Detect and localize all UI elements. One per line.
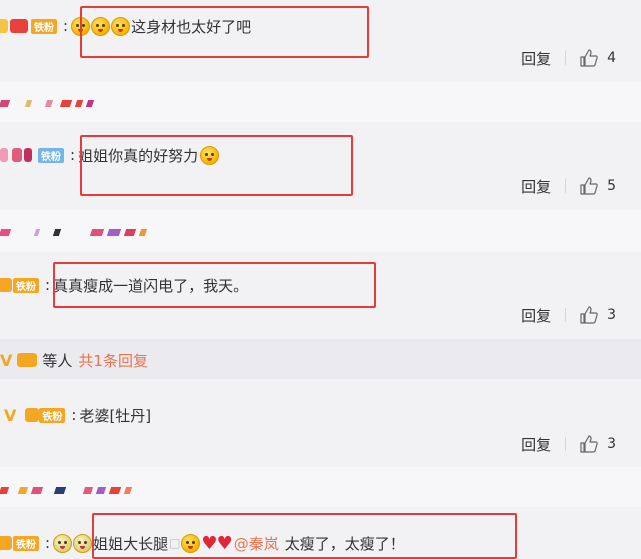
highlight-box <box>80 6 369 58</box>
mosaic-tile <box>0 486 10 494</box>
like-count: 3 <box>607 436 616 452</box>
username-mosaic[interactable] <box>0 19 8 33</box>
mosaic-tile <box>24 99 33 107</box>
scared-emoji-icon <box>53 533 73 553</box>
thumbs-up-icon[interactable] <box>579 176 599 196</box>
like-count: 4 <box>607 50 616 66</box>
more-replies-link[interactable]: 共1条回复 <box>78 350 148 371</box>
divider <box>565 51 567 65</box>
comment-text: 老婆[牡丹] <box>79 406 152 425</box>
divider <box>565 179 567 193</box>
username-mosaic[interactable] <box>12 148 22 162</box>
comment-actions: 回复 4 <box>521 46 616 70</box>
thumbs-up-icon[interactable] <box>579 434 599 454</box>
like-count: 3 <box>607 307 616 323</box>
mosaic-tile <box>95 486 107 494</box>
mosaic-tile <box>30 486 44 494</box>
mosaic-tile <box>0 99 11 107</box>
comment-row: V 铁粉 : 老婆[牡丹] <box>0 403 151 427</box>
fan-badge: 铁粉 <box>13 535 39 551</box>
mosaic-tile <box>0 228 12 236</box>
divider <box>565 308 567 322</box>
divider <box>565 437 567 451</box>
mosaic-tile <box>74 99 84 107</box>
colon: : <box>71 406 77 424</box>
username-mosaic[interactable] <box>0 148 8 162</box>
mosaic-tile <box>17 486 29 494</box>
fan-badge: 铁粉 <box>38 147 64 163</box>
username-mosaic[interactable] <box>17 353 38 367</box>
highlight-box <box>92 513 517 559</box>
mosaic-tile <box>123 228 137 236</box>
highlight-box <box>53 262 376 308</box>
comment-actions: 回复 3 <box>521 303 616 327</box>
colon: : <box>45 534 51 552</box>
mosaic-tile <box>53 486 67 494</box>
username-mosaic[interactable] <box>0 536 12 550</box>
mosaic-tile <box>89 228 105 236</box>
thumbs-up-icon[interactable] <box>579 48 599 68</box>
reply-preview-mosaic[interactable] <box>0 226 151 238</box>
others-label: 等人 <box>42 351 73 370</box>
mosaic-tile <box>52 228 62 236</box>
vip-v-icon: V <box>4 405 17 425</box>
highlight-box <box>80 135 353 196</box>
mosaic-tile <box>82 486 94 494</box>
mosaic-tile <box>44 99 54 107</box>
like-count: 5 <box>607 178 616 194</box>
scared-emoji-icon <box>73 533 93 553</box>
comment-actions: 回复 5 <box>521 174 616 198</box>
mosaic-tile <box>108 486 122 494</box>
fan-badge: 铁粉 <box>31 18 57 34</box>
mosaic-tile <box>138 228 148 236</box>
mosaic-tile <box>85 99 95 107</box>
username-mosaic[interactable] <box>0 278 12 292</box>
colon: : <box>45 276 51 294</box>
reply-preview-mosaic[interactable] <box>0 484 136 496</box>
thumbs-up-icon[interactable] <box>579 305 599 325</box>
reply-button[interactable]: 回复 <box>521 305 551 326</box>
colon: : <box>70 146 76 164</box>
mosaic-tile <box>106 228 122 236</box>
colon: : <box>63 17 69 35</box>
mosaic-tile <box>33 228 41 236</box>
reply-button[interactable]: 回复 <box>521 434 551 455</box>
mosaic-tile <box>59 99 73 107</box>
reply-summary: V 等人 共1条回复 <box>0 348 148 372</box>
username-mosaic[interactable] <box>24 148 32 162</box>
fan-badge: 铁粉 <box>13 277 39 293</box>
reply-button[interactable]: 回复 <box>521 48 551 69</box>
reply-button[interactable]: 回复 <box>521 176 551 197</box>
comment-actions: 回复 3 <box>521 432 616 456</box>
mosaic-tile <box>123 486 133 494</box>
fan-badge: 铁粉 <box>39 407 66 423</box>
username-mosaic[interactable] <box>10 19 28 33</box>
vip-v-icon: V <box>0 350 13 370</box>
username-mosaic[interactable] <box>25 408 40 422</box>
reply-preview-mosaic[interactable] <box>0 97 98 109</box>
